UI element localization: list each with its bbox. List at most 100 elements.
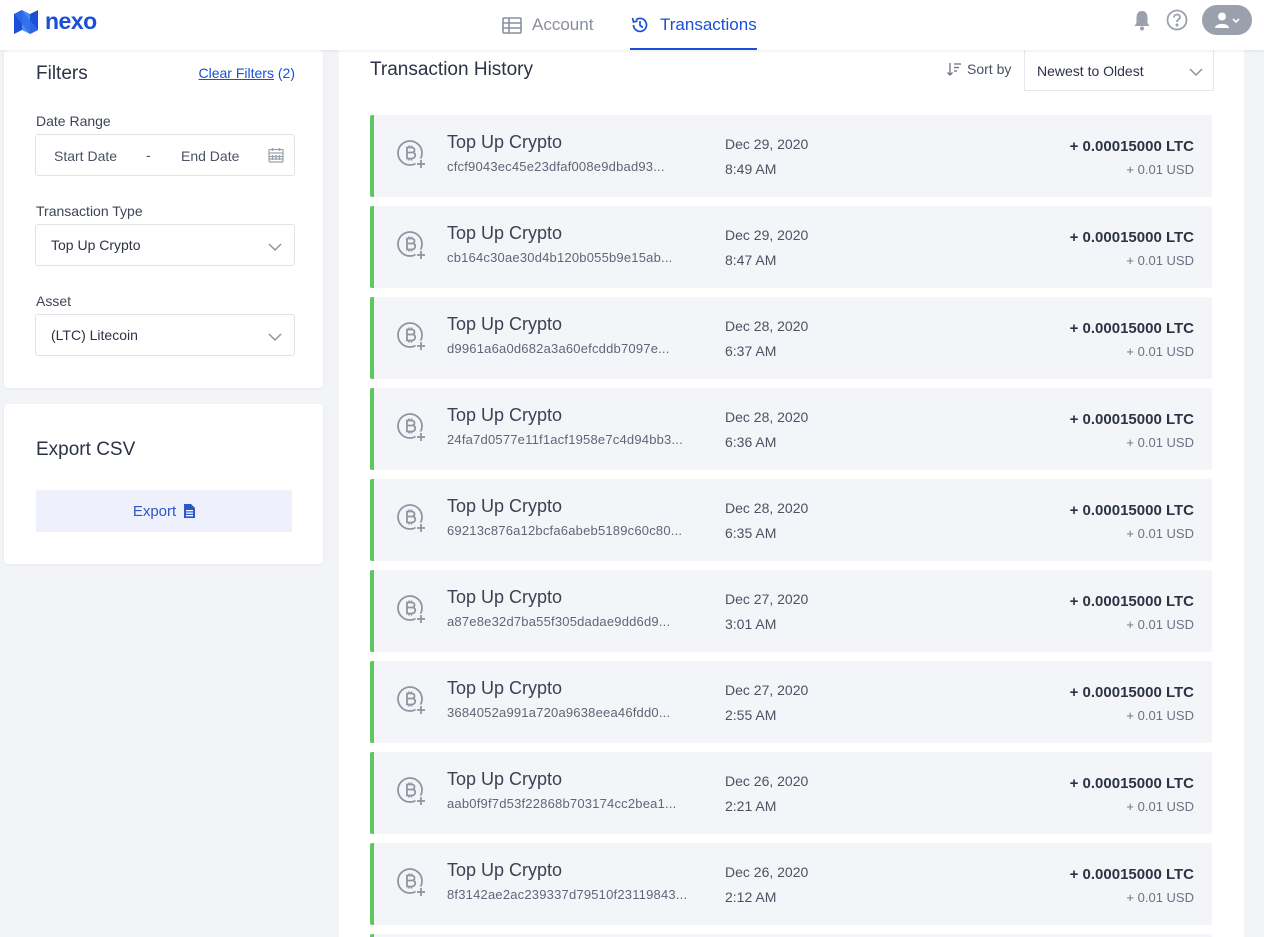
transaction-row[interactable]: Top Up Crypto cb164c30ae30d4b120b055b9e1… [370,206,1212,288]
transaction-type: Top Up Crypto [447,769,563,789]
bitcoin-plus-icon [396,139,428,176]
transaction-history-title: Transaction History [370,59,533,80]
transaction-date: Dec 27, 2020 [725,682,809,698]
start-date-input[interactable]: Start Date [54,148,117,164]
transaction-type: Top Up Crypto [447,678,563,698]
transaction-type: Top Up Crypto [447,223,563,243]
transaction-date: Dec 28, 2020 [725,318,809,334]
transaction-time: 6:35 AM [725,525,777,541]
transaction-time: 2:55 AM [725,707,777,723]
bitcoin-plus-icon [396,776,428,813]
filters-panel: Filters Clear Filters (2) Date Range Sta… [4,50,323,388]
bitcoin-plus-icon [396,867,428,904]
transaction-hash: 69213c876a12bcfa6abeb5189c60c80... [447,523,683,538]
nexo-logo[interactable]: nexo [12,8,97,35]
transaction-type: Top Up Crypto [447,314,563,334]
transaction-row[interactable]: Top Up Crypto aab0f9f7d53f22868b703174cc… [370,752,1212,834]
transaction-amount: + 0.00015000 LTC [1069,320,1194,337]
chevron-down-icon [1189,64,1203,80]
transaction-usd-value: + 0.01 USD [1126,344,1194,359]
export-csv-title: Export CSV [36,439,136,460]
transaction-amount: + 0.00015000 LTC [1069,593,1194,610]
transaction-type-select[interactable]: Top Up Crypto [35,224,295,266]
sort-by-label: Sort by [947,61,1011,77]
transaction-type: Top Up Crypto [447,132,563,152]
bitcoin-plus-icon [396,503,428,540]
transaction-type: Top Up Crypto [447,405,563,425]
transaction-type: Top Up Crypto [447,860,563,880]
nexo-logo-icon [12,9,40,34]
transaction-amount: + 0.00015000 LTC [1069,866,1194,883]
transaction-hash: d9961a6a0d682a3a60efcddb7097e... [447,341,670,356]
calendar-icon[interactable] [268,147,284,166]
history-icon [630,15,650,35]
asset-value: (LTC) Litecoin [51,327,138,343]
file-icon [184,504,196,518]
transaction-row[interactable]: Top Up Crypto 8f3142ae2ac239337d79510f23… [370,843,1212,925]
transaction-amount: + 0.00015000 LTC [1069,138,1194,155]
clear-filters-count: (2) [277,65,295,81]
table-icon [502,16,522,34]
transaction-time: 6:37 AM [725,343,777,359]
tab-transactions[interactable]: Transactions [630,0,757,50]
date-range-field[interactable]: Start Date - End Date [35,134,295,176]
transaction-usd-value: + 0.01 USD [1126,799,1194,814]
transaction-hash: cb164c30ae30d4b120b055b9e15ab... [447,250,673,265]
chevron-down-icon [268,329,282,345]
tab-account[interactable]: Account [502,0,593,50]
asset-select[interactable]: (LTC) Litecoin [35,314,295,356]
user-menu-button[interactable] [1202,5,1252,35]
export-button[interactable]: Export [36,490,292,532]
transaction-amount: + 0.00015000 LTC [1069,229,1194,246]
transaction-row[interactable]: Top Up Crypto 24fa7d0577e11f1acf1958e7c4… [370,388,1212,470]
transaction-time: 8:49 AM [725,161,777,177]
chevron-down-icon [268,239,282,255]
transaction-amount: + 0.00015000 LTC [1069,502,1194,519]
transaction-row[interactable]: Top Up Crypto 3684052a991a720a9638eea46f… [370,661,1212,743]
transaction-usd-value: + 0.01 USD [1126,617,1194,632]
sort-order-value: Newest to Oldest [1037,63,1144,79]
transaction-time: 8:47 AM [725,252,777,268]
transaction-date: Dec 29, 2020 [725,227,809,243]
transaction-date: Dec 26, 2020 [725,864,809,880]
transaction-amount: + 0.00015000 LTC [1069,775,1194,792]
top-navigation-bar: nexo Account Transactions [0,0,1264,50]
sort-order-select[interactable]: Newest to Oldest [1024,50,1214,91]
transaction-time: 2:12 AM [725,889,777,905]
end-date-input[interactable]: End Date [181,148,239,164]
export-button-label: Export [132,502,177,520]
transaction-usd-value: + 0.01 USD [1126,253,1194,268]
user-icon [1215,12,1240,28]
transaction-row[interactable]: Top Up Crypto cfcf9043ec45e23dfaf008e9db… [370,115,1212,197]
clear-filters-link[interactable]: Clear Filters (2) [199,65,295,81]
transaction-date: Dec 29, 2020 [725,136,809,152]
question-circle-icon[interactable] [1166,9,1188,31]
transaction-amount: + 0.00015000 LTC [1069,684,1194,701]
bitcoin-plus-icon [396,412,428,449]
date-range-label: Date Range [36,113,111,129]
transaction-time: 6:36 AM [725,434,777,450]
transaction-usd-value: + 0.01 USD [1126,708,1194,723]
transaction-row[interactable]: Top Up Crypto a87e8e32d7ba55f305dadae9dd… [370,570,1212,652]
brand-name: nexo [45,8,97,34]
transaction-type: Top Up Crypto [447,587,563,607]
transaction-history-card: Transaction History Sort by Newest to Ol… [339,50,1244,937]
transaction-hash: aab0f9f7d53f22868b703174cc2bea1... [447,796,677,811]
transaction-type: Top Up Crypto [447,496,563,516]
asset-label: Asset [36,293,72,309]
bitcoin-plus-icon [396,321,428,358]
transaction-row[interactable]: Top Up Crypto d9961a6a0d682a3a60efcddb70… [370,297,1212,379]
transaction-date: Dec 27, 2020 [725,591,809,607]
transaction-hash: cfcf9043ec45e23dfaf008e9dbad93... [447,159,665,174]
transaction-type-value: Top Up Crypto [51,237,141,253]
bell-icon[interactable] [1131,8,1153,32]
transaction-row[interactable]: Top Up Crypto 69213c876a12bcfa6abeb5189c… [370,479,1212,561]
transaction-usd-value: + 0.01 USD [1126,435,1194,450]
date-separator: - [146,147,151,163]
clear-filters-label: Clear Filters [198,65,274,81]
tab-transactions-label: Transactions [660,15,757,34]
transaction-usd-value: + 0.01 USD [1126,526,1194,541]
transaction-amount: + 0.00015000 LTC [1069,411,1194,428]
transaction-type-label: Transaction Type [36,203,143,219]
sort-by-text: Sort by [967,61,1012,77]
